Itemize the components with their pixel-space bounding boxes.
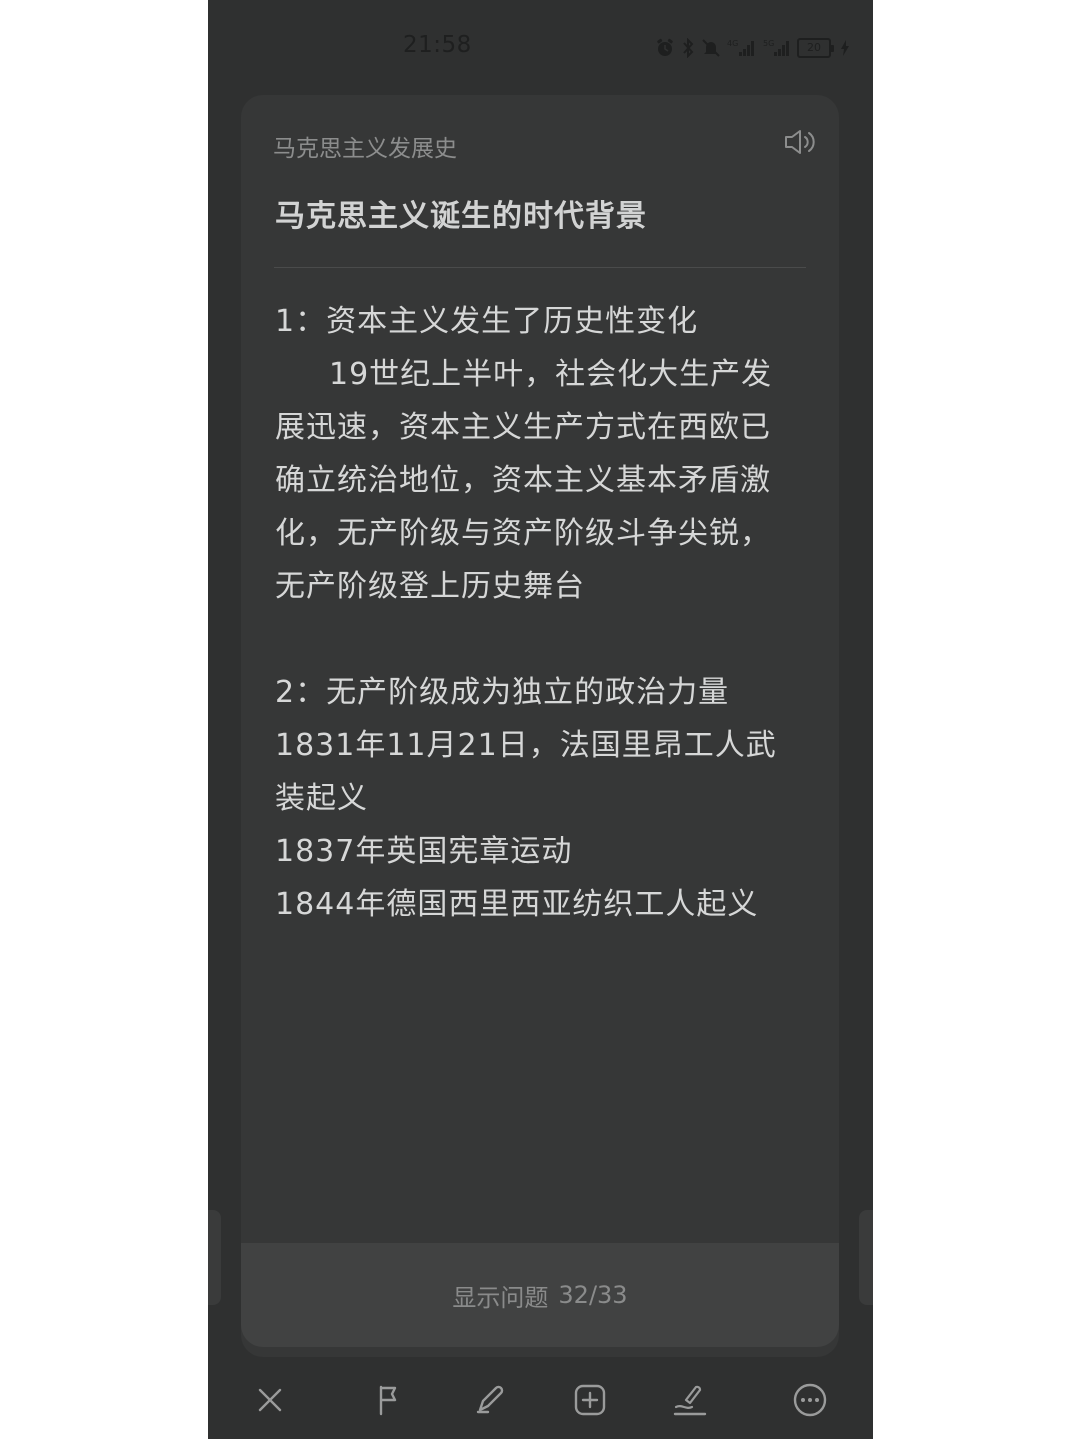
bottom-toolbar (208, 1362, 873, 1439)
show-question-label: 显示问题 (452, 1283, 549, 1312)
battery-icon: 20 (797, 38, 834, 58)
svg-text:5G: 5G (763, 39, 774, 48)
show-question-button[interactable]: 显示问题 32/33 (241, 1243, 839, 1347)
mute-icon (701, 38, 721, 58)
card-title: 马克思主义诞生的时代背景 (275, 199, 647, 234)
answer-line (275, 613, 810, 666)
close-icon[interactable] (250, 1380, 290, 1420)
status-time: 21:58 (403, 32, 472, 58)
previous-card-edge[interactable] (208, 1210, 221, 1305)
add-card-icon[interactable] (570, 1380, 610, 1420)
divider (274, 267, 806, 268)
signal-5g-icon: 5G (763, 38, 791, 58)
bluetooth-icon (681, 38, 695, 58)
answer-line: 1837年英国宪章运动 (275, 834, 573, 869)
phone-screen: 21:58 4G 5G 20 马克思主义发展史 马克思主义诞生的时代背景 1：资… (208, 0, 873, 1439)
answer-line: 19世纪上半叶，社会化大生产发 (329, 357, 773, 392)
answer-line: 展迅速，资本主义生产方式在西欧已 (275, 410, 771, 445)
answer-line: 确立统治地位，资本主义基本矛盾激 (275, 463, 771, 498)
next-card-edge[interactable] (859, 1210, 873, 1305)
answer-line: 1844年德国西里西亚纺织工人起义 (275, 887, 759, 922)
charging-icon (841, 40, 849, 56)
card-progress: 32/33 (558, 1281, 628, 1309)
speaker-icon[interactable] (783, 127, 817, 157)
card-answer: 1：资本主义发生了历史性变化 19世纪上半叶，社会化大生产发 展迅速，资本主义生… (275, 295, 810, 931)
status-icons: 4G 5G 20 (655, 36, 849, 60)
answer-line: 1：资本主义发生了历史性变化 (275, 304, 699, 339)
status-bar: 21:58 4G 5G 20 (208, 0, 873, 95)
svg-text:4G: 4G (727, 39, 738, 48)
flag-icon[interactable] (370, 1380, 410, 1420)
alarm-icon (655, 38, 675, 58)
card-subject: 马克思主义发展史 (273, 136, 457, 162)
edit-icon[interactable] (470, 1380, 510, 1420)
more-icon[interactable] (790, 1380, 830, 1420)
answer-line: 无产阶级登上历史舞台 (275, 569, 585, 604)
signal-4g-icon: 4G (727, 38, 757, 58)
answer-line: 装起义 (275, 781, 368, 816)
answer-line: 化，无产阶级与资产阶级斗争尖锐， (275, 516, 771, 551)
flashcard: 马克思主义发展史 马克思主义诞生的时代背景 1：资本主义发生了历史性变化 19世… (241, 95, 839, 1357)
answer-line: 2：无产阶级成为独立的政治力量 (275, 675, 730, 710)
sign-icon[interactable] (670, 1380, 710, 1420)
answer-line: 1831年11月21日，法国里昂工人武 (275, 728, 777, 763)
